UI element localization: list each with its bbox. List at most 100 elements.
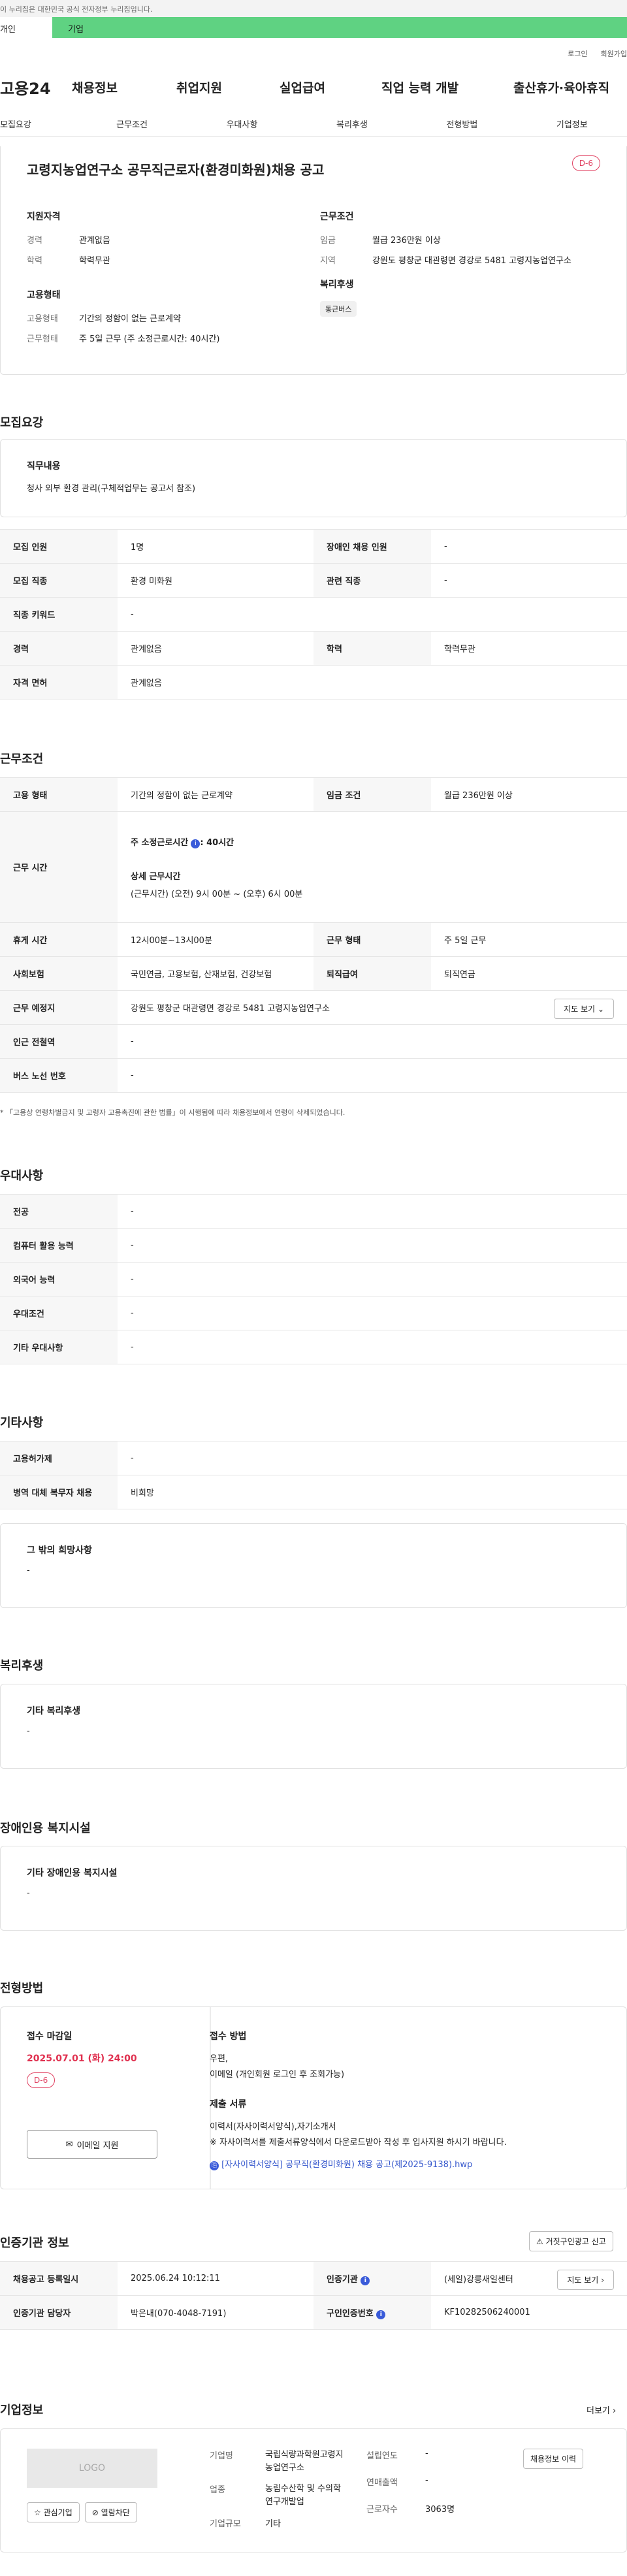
work-hours-cell: 주 소정근로시간 i: 40시간 상세 근무시간 (근무시간) (오전) 9시 …: [118, 811, 627, 923]
table-value: -: [118, 1330, 627, 1364]
career-label: 경력: [27, 236, 42, 246]
table-value: -: [118, 1024, 627, 1059]
pay-value: 월급 236만원 이상: [372, 236, 441, 246]
star-icon: ☆: [34, 2508, 41, 2517]
table-value: 12시00분~13시00분: [118, 922, 314, 957]
email-apply-button[interactable]: ✉ 이메일 지원: [27, 2130, 157, 2159]
edu-value: 학력무관: [79, 256, 110, 266]
attachment-link[interactable]: [자사이력서양식] 공무직(환경미화원) 채용 공고(제2025-9138).h…: [221, 2160, 472, 2170]
join-link[interactable]: 회원가입: [601, 48, 627, 64]
docs-value-2: ※ 자사이력서를 제출서류양식에서 다운로드받아 작성 후 입사지원 하시기 바…: [210, 2138, 507, 2148]
subnav-recruit[interactable]: 모집요강: [0, 110, 77, 137]
info-icon[interactable]: i: [361, 2276, 370, 2285]
table-key: 근무 예정지: [0, 990, 118, 1025]
chevron-right-icon: ›: [613, 2406, 617, 2416]
favorite-company-button[interactable]: ☆ 관심기업: [27, 2502, 80, 2522]
duty-box: 직무내용 청사 외부 환경 관리(구체적업무는 공고서 참조): [0, 439, 627, 517]
hiring-history-label: 채용정보 이력: [530, 2455, 577, 2464]
cert-map-button[interactable]: 지도 보기 ›: [557, 2270, 614, 2290]
favorite-label: 관심기업: [43, 2508, 72, 2517]
table-key: 휴게 시간: [0, 922, 118, 957]
cert-table: 채용공고 등록일시 2025.06.24 10:12:11 인증기관 i (세일…: [0, 2261, 627, 2330]
deadline-value: 2025.07.01 (화) 24:00: [27, 2053, 137, 2064]
table-row: 고용 형태 기간의 정함이 없는 근로계약 임금 조건 월급 236만원 이상: [0, 777, 627, 812]
gov-notice-text: 이 누리집은 대한민국 공식 전자정부 누리집입니다.: [0, 5, 153, 14]
table-key: 직종 키워드: [0, 597, 118, 632]
table-value: -: [118, 1262, 627, 1296]
hiring-history-button[interactable]: 채용정보 이력: [523, 2449, 584, 2469]
cert-org-value: (세일)강릉새일센터: [444, 2275, 513, 2285]
map-view-label: 지도 보기: [564, 1005, 596, 1014]
table-row: 모집 직종 환경 미화원 관련 직종 -: [0, 563, 627, 598]
table-key: 인증기관: [327, 2274, 358, 2285]
gnb-item-employment-support[interactable]: 취업지원: [176, 78, 280, 96]
table-row: 근무 예정지 강원도 평창군 대관령면 경강로 5481 고령지농업연구소 지도…: [0, 990, 627, 1025]
subnav-company[interactable]: 기업정보: [517, 110, 627, 137]
emp-value: 기간의 정함이 없는 근로계약: [79, 314, 181, 324]
workplace-cell: 강원도 평창군 대관령면 경강로 5481 고령지농업연구소 지도 보기 ⌄: [118, 990, 627, 1025]
subnav-process[interactable]: 전형방법: [407, 110, 517, 137]
chevron-right-icon: ›: [601, 2276, 604, 2285]
block-icon: ⊘: [91, 2508, 99, 2517]
subnav-work[interactable]: 근무조건: [77, 110, 187, 137]
table-key: 컴퓨터 활용 능력: [0, 1228, 118, 1263]
false-ad-report-button[interactable]: ⚠ 거짓구인광고 신고: [529, 2231, 613, 2251]
subnav-welfare[interactable]: 복리후생: [297, 110, 407, 137]
tab-company[interactable]: 기업: [52, 17, 627, 38]
table-key: 채용공고 등록일시: [0, 2261, 118, 2296]
table-row: 근무 시간 주 소정근로시간 i: 40시간 상세 근무시간 (근무시간) (오…: [0, 811, 627, 923]
table-value: -: [118, 1441, 627, 1475]
table-key: 사회보험: [0, 956, 118, 991]
table-value: 박은내(070-4048-7191): [118, 2295, 314, 2330]
info-icon[interactable]: i: [191, 839, 201, 848]
wish-box: 그 밖의 희망사항 -: [0, 1523, 627, 1608]
utility-menu: 로그인 회원가입: [0, 38, 627, 64]
tab-personal[interactable]: 개인: [0, 17, 52, 38]
block-label: 열람차단: [101, 2508, 130, 2517]
emp-heading: 고용형태: [27, 290, 61, 300]
method-value-2: 이메일 (개인회원 로그인 후 조회가능): [210, 2070, 345, 2080]
process-box: 접수 마감일 2025.07.01 (화) 24:00 D-6 ✉ 이메일 지원 …: [0, 2006, 627, 2189]
docs-heading: 제출 서류: [210, 2099, 247, 2110]
welfare-box-heading: 기타 복리후생: [27, 1706, 81, 1716]
gnb-item-unemployment-benefit[interactable]: 실업급여: [280, 78, 381, 96]
table-row: 인증기관 담당자 박은내(070-4048-7191) 구인인증번호 i KF1…: [0, 2295, 627, 2330]
method-value-1: 우편,: [210, 2054, 229, 2064]
age-law-note: * 「고용상 연령차별금지 및 고령자 고용촉진에 관한 법률」이 시행됨에 따…: [0, 1108, 346, 1117]
table-value: 환경 미화원: [118, 563, 314, 598]
table-key: 인증기관 담당자: [0, 2295, 118, 2330]
table-value: 퇴직연금: [431, 956, 627, 991]
gnb-item-jobs[interactable]: 채용정보: [72, 78, 176, 96]
deadline-dday-badge: D-6: [27, 2072, 56, 2088]
company-sales-value: -: [425, 2475, 428, 2485]
section-subnav: 모집요강 근무조건 우대사항 복리후생 전형방법 기업정보: [0, 110, 627, 137]
dday-badge: D-6: [571, 155, 600, 171]
map-view-button[interactable]: 지도 보기 ⌄: [554, 999, 614, 1019]
table-key: 퇴직급여: [314, 956, 431, 991]
worktype-label: 근무형태: [27, 334, 58, 344]
table-key: 인근 전철역: [0, 1024, 118, 1059]
table-key: 고용 형태: [0, 777, 118, 812]
disabled-box-heading: 기타 장애인용 복지시설: [27, 1868, 118, 1878]
gnb-item-vocational-training[interactable]: 직업 능력 개발: [381, 78, 513, 96]
wish-heading: 그 밖의 희망사항: [27, 1545, 92, 1556]
company-section-title: 기업정보: [0, 2404, 44, 2417]
disabled-box: 기타 장애인용 복지시설 -: [0, 1846, 627, 1931]
info-icon[interactable]: i: [376, 2310, 386, 2319]
table-value: -: [431, 563, 627, 598]
gnb-item-parental-leave[interactable]: 출산휴가·육아휴직: [513, 78, 609, 96]
site-logo[interactable]: 고용24: [0, 76, 72, 99]
company-more-link[interactable]: 더보기 ›: [587, 2404, 616, 2416]
subnav-prefer[interactable]: 우대사항: [187, 110, 297, 137]
table-row: 자격 면허 관계없음: [0, 665, 627, 700]
table-key: 구인인증번호: [327, 2308, 374, 2319]
login-link[interactable]: 로그인: [568, 48, 587, 64]
table-value: -: [118, 1058, 627, 1093]
duty-heading: 직무내용: [27, 461, 61, 472]
job-summary-card: 고령지농업연구소 공무직근로자(환경미화원)채용 공고 D-6 지원자격 경력 관…: [0, 146, 627, 375]
table-key: 경력: [0, 631, 118, 666]
deadline-heading: 접수 마감일: [27, 2031, 72, 2042]
etc-table: 고용허가제 - 병역 대체 복무자 채용 비희망: [0, 1441, 627, 1509]
table-row: 기타 우대사항 -: [0, 1330, 627, 1364]
block-view-button[interactable]: ⊘ 열람차단: [84, 2502, 137, 2522]
